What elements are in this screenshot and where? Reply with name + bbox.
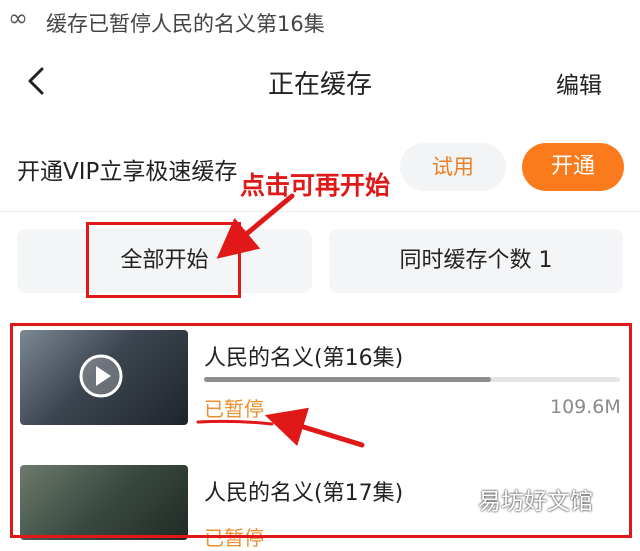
annotation-arrow [216, 193, 295, 259]
annotation-arrow [264, 407, 365, 448]
annotation-underline [196, 419, 274, 426]
watermark: 易坊好文馆 [478, 489, 593, 515]
annotation-arrows [196, 193, 365, 448]
